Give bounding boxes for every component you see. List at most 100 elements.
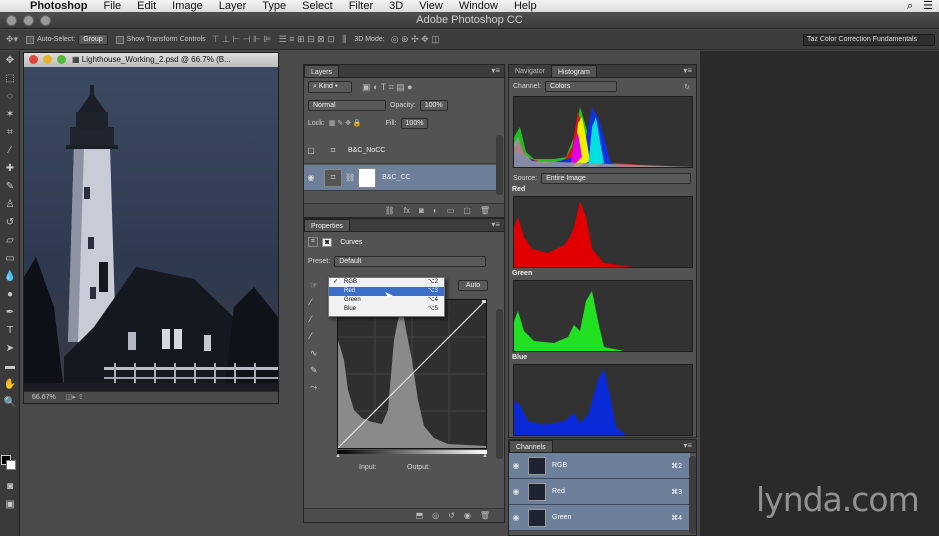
- auto-button[interactable]: Auto: [458, 280, 488, 291]
- quick-mask-icon[interactable]: ◙: [0, 477, 20, 495]
- menu-filter[interactable]: Filter: [341, 0, 381, 12]
- doc-minimize-button[interactable]: [43, 55, 52, 64]
- history-brush-icon[interactable]: ↺: [0, 213, 20, 231]
- menu-type[interactable]: Type: [254, 0, 294, 12]
- link-icon[interactable]: ⛓: [345, 173, 355, 182]
- menu-layer[interactable]: Layer: [211, 0, 255, 12]
- layer-filter-icons[interactable]: ▣ ◐ T ⌗ ▤ ●: [362, 82, 413, 93]
- gradient-tool-icon[interactable]: ▭: [0, 249, 20, 267]
- stamp-tool-icon[interactable]: ♙: [0, 195, 20, 213]
- marquee-tool-icon[interactable]: ⬚: [0, 69, 20, 87]
- tab-navigator[interactable]: Navigator: [509, 65, 551, 77]
- view-previous-icon[interactable]: ◎: [432, 511, 439, 520]
- dodge-tool-icon[interactable]: ●: [0, 285, 20, 303]
- menu-help[interactable]: Help: [506, 0, 545, 12]
- panel-menu-icon[interactable]: ▾≡: [683, 66, 692, 75]
- source-dropdown[interactable]: Entire Image: [541, 172, 692, 184]
- blend-mode-dropdown[interactable]: Normal: [308, 99, 386, 111]
- link-layers-icon[interactable]: ⛓: [385, 206, 395, 215]
- hand-tool-icon[interactable]: ✋: [0, 375, 20, 393]
- curve-point-icon[interactable]: ∿: [310, 345, 324, 362]
- menu-file[interactable]: File: [95, 0, 129, 12]
- eraser-tool-icon[interactable]: ▱: [0, 231, 20, 249]
- menu-item-blue[interactable]: Blue ⌥5: [329, 305, 444, 314]
- add-mask-icon[interactable]: ◙: [419, 206, 424, 215]
- refresh-icon[interactable]: ↻: [684, 83, 690, 91]
- doc-zoom-button[interactable]: [57, 55, 66, 64]
- preset-dropdown[interactable]: Default: [334, 255, 487, 267]
- new-layer-icon[interactable]: ▢: [463, 206, 471, 215]
- layer-row-cc[interactable]: ◉ ⌗ ⛓ B&C_CC: [304, 165, 499, 191]
- fill-input[interactable]: 100%: [400, 117, 429, 129]
- layer-row-nocc[interactable]: ▢ ⌗ B&C_NoCC: [304, 138, 499, 164]
- mask-icon[interactable]: ◙: [321, 237, 333, 247]
- tab-histogram[interactable]: Histogram: [550, 65, 597, 77]
- menu-view[interactable]: View: [411, 0, 451, 12]
- opacity-input[interactable]: 100%: [419, 99, 448, 111]
- auto-select-dropdown[interactable]: Group: [78, 34, 108, 45]
- black-slider-handle[interactable]: ▲: [335, 453, 341, 459]
- layers-scrollbar[interactable]: [496, 135, 503, 195]
- adjustment-layer-icon[interactable]: ◐: [433, 206, 438, 215]
- minimize-window-button[interactable]: [23, 15, 34, 26]
- pen-tool-icon[interactable]: ✒: [0, 303, 20, 321]
- brush-tool-icon[interactable]: ✎: [0, 177, 20, 195]
- list-icon[interactable]: ☰: [923, 0, 933, 12]
- move-tool-icon[interactable]: ✥▾: [6, 34, 18, 45]
- zoom-window-button[interactable]: [40, 15, 51, 26]
- lock-icons[interactable]: ▦ ✎ ✥ 🔒: [329, 119, 362, 127]
- pencil-curve-icon[interactable]: ✎: [310, 362, 324, 379]
- eyedropper-icon[interactable]: ⁄: [0, 141, 20, 159]
- eye-icon[interactable]: ◉: [509, 487, 523, 496]
- screen-mode-icon[interactable]: ▣: [0, 495, 20, 513]
- transform-controls-checkbox[interactable]: [115, 35, 124, 44]
- tab-properties[interactable]: Properties: [304, 219, 350, 231]
- zoom-level[interactable]: 66.67%: [32, 394, 56, 401]
- black-point-eyedropper-icon[interactable]: ⁄: [310, 294, 324, 311]
- channels-scrollbar[interactable]: [689, 456, 696, 534]
- crop-tool-icon[interactable]: ⌗: [0, 123, 20, 141]
- status-icons[interactable]: ◫▸ ⇪: [66, 394, 84, 401]
- background-color-swatch[interactable]: [6, 460, 16, 470]
- curves-graph[interactable]: [337, 299, 487, 449]
- delete-adjustment-icon[interactable]: 🗑: [480, 511, 490, 520]
- eye-icon[interactable]: ◉: [509, 461, 523, 470]
- panel-menu-icon[interactable]: ▾≡: [491, 220, 500, 229]
- search-icon[interactable]: ⌕: [907, 0, 913, 12]
- gray-point-eyedropper-icon[interactable]: ⁄: [310, 311, 324, 328]
- zoom-tool-icon[interactable]: 🔍: [0, 393, 20, 411]
- move-tool-icon[interactable]: ✥: [0, 51, 20, 69]
- properties-scrollbar[interactable]: [496, 309, 503, 459]
- lasso-tool-icon[interactable]: ◌: [0, 87, 20, 105]
- tab-channels[interactable]: Channels: [509, 440, 553, 452]
- 3d-mode-icons[interactable]: ◎ ⊛ ✣ ✥ ◫: [391, 34, 440, 45]
- shape-tool-icon[interactable]: ▬: [0, 357, 20, 375]
- image-canvas[interactable]: [24, 67, 278, 391]
- path-select-icon[interactable]: ➤: [0, 339, 20, 357]
- eye-icon[interactable]: ◉: [304, 173, 318, 182]
- channel-row-red[interactable]: ◉ Red ⌘3: [509, 479, 690, 505]
- visibility-off-icon[interactable]: ▢: [304, 146, 318, 155]
- menu-select[interactable]: Select: [294, 0, 341, 12]
- smooth-curve-icon[interactable]: ⤳: [310, 379, 324, 396]
- layer-filter-dropdown[interactable]: ⌕ Kind ▾: [308, 81, 352, 93]
- targeted-adjustment-icon[interactable]: ☞: [310, 277, 324, 294]
- trash-icon[interactable]: 🗑: [480, 206, 490, 215]
- type-tool-icon[interactable]: T: [0, 321, 20, 339]
- channel-row-green[interactable]: ◉ Green ⌘4: [509, 505, 690, 531]
- workspace-switcher[interactable]: Taz Color Correction Fundamentals: [803, 34, 935, 46]
- eye-icon[interactable]: ◉: [509, 513, 523, 522]
- menu-item-rgb[interactable]: ✓ RGB ⌥2: [329, 278, 444, 287]
- white-slider-handle[interactable]: ▲: [482, 453, 488, 459]
- white-point-eyedropper-icon[interactable]: ⁄: [310, 328, 324, 345]
- menu-window[interactable]: Window: [451, 0, 506, 12]
- align-icons[interactable]: ⊤ ⊥ ⊢ ⊣ ⊩ ⊫ ☰ ≡ ⊞ ⊟ ⊠ ⊡ ⫼: [212, 34, 347, 45]
- close-window-button[interactable]: [6, 15, 17, 26]
- reset-icon[interactable]: ↺: [448, 511, 455, 520]
- healing-brush-icon[interactable]: ✚: [0, 159, 20, 177]
- visibility-icon[interactable]: ◉: [464, 511, 471, 520]
- channel-row-rgb[interactable]: ◉ RGB ⌘2: [509, 453, 690, 479]
- clip-to-layer-icon[interactable]: ⬒: [416, 511, 424, 520]
- panel-menu-icon[interactable]: ▾≡: [683, 441, 692, 450]
- blur-tool-icon[interactable]: 💧: [0, 267, 20, 285]
